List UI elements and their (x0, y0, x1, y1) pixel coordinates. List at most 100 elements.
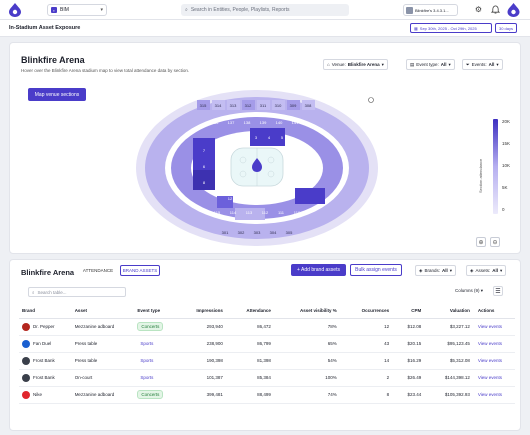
brand-assets-table: Brand Asset Event type Impressions Atten… (19, 304, 515, 404)
section-label: 308 (305, 103, 312, 108)
header-impressions[interactable]: Impressions (177, 304, 228, 319)
table-row[interactable]: Frost Bank Press table Sports 190,398 81,398… (19, 352, 515, 370)
actions-cell: View events (474, 386, 515, 404)
view-events-link[interactable]: View events (478, 341, 502, 346)
zoom-out-button[interactable]: ⊖ (490, 237, 500, 247)
event-type-icon: ▤ (410, 61, 415, 67)
header-occurrences[interactable]: Occurrences (341, 304, 395, 319)
header-asset-visibility[interactable]: Asset visibility % (275, 304, 342, 319)
event-type-filter-value: All (440, 62, 447, 67)
global-search-input[interactable]: ⌕ Search in Entities, People, Playlists,… (181, 4, 349, 16)
table-search-input[interactable]: ⌕ Search table... (28, 287, 126, 297)
view-events-link[interactable]: View events (478, 324, 502, 329)
bulk-assign-events-button[interactable]: Bulk assign events (350, 264, 402, 276)
cpm-cell: $23.44 (394, 386, 427, 404)
add-brand-assets-button[interactable]: + Add brand assets (291, 264, 346, 276)
tab-attendance[interactable]: ATTENDANCE (80, 265, 116, 276)
profile-avatar-icon[interactable] (507, 3, 520, 17)
zoom-in-button[interactable]: ⊕ (476, 237, 486, 247)
section-label: 305 (286, 230, 293, 235)
notifications-bell-icon[interactable] (490, 4, 501, 15)
stadium-map[interactable]: 315 314 313 312 311 310 309 308 136 137 138 139 140 1… (135, 88, 380, 248)
asset-cell: Press table (71, 352, 135, 370)
section-label: 17 (308, 148, 313, 153)
section-label: 111 (278, 210, 285, 215)
event-type-badge: Sports (140, 358, 154, 363)
chevron-down-icon: ▾ (449, 267, 453, 273)
visibility-cell: 54% (275, 352, 342, 370)
legend-tick: 20K (502, 119, 511, 124)
valuation-cell: $5,312.08 (426, 352, 475, 370)
brand-cell: Frost Bank (19, 352, 72, 370)
header-asset[interactable]: Asset (71, 304, 135, 319)
columns-button[interactable]: Columns (9) ▾ (455, 288, 483, 294)
table-row[interactable]: Dr. Pepper Mezzanine adboard Concerts 293,9… (19, 318, 515, 336)
map-venue-sections-button[interactable]: Map venue sections (28, 88, 86, 101)
filter-icon: ⏷ (466, 62, 470, 67)
impressions-cell: 399,481 (177, 386, 228, 404)
event-type-filter[interactable]: ▤ Event type: All ▾ (406, 59, 455, 70)
header-cpm[interactable]: CPM (394, 304, 427, 319)
blinkfire-logo-icon[interactable] (9, 3, 21, 17)
search-icon: ⌕ (32, 289, 35, 295)
view-events-link[interactable]: View events (478, 375, 502, 380)
view-events-link[interactable]: View events (478, 392, 502, 397)
cpm-cell: $26.49 (394, 369, 427, 387)
event-type-cell: Concerts (134, 386, 178, 404)
event-type-filter-label: Event type: (416, 62, 439, 67)
event-type-badge: Concerts (137, 390, 164, 399)
table-row[interactable]: Fan Duel Press table Sports 238,900 86,799 65… (19, 335, 515, 353)
occurrences-cell: 14 (341, 352, 395, 370)
section-19[interactable] (295, 188, 325, 204)
account-select[interactable]: Blinkfire's 3.4.3.1... (403, 4, 458, 16)
cpm-cell: $20.15 (394, 335, 427, 353)
header-attendance[interactable]: Attendance (227, 304, 276, 319)
page-title: In-Stadium Asset Exposure (9, 25, 81, 31)
section-label: 110 (294, 210, 301, 215)
visibility-cell: 74% (275, 386, 342, 404)
event-type-badge: Sports (140, 341, 154, 346)
map-info-icon[interactable] (368, 97, 374, 103)
date-range-picker[interactable]: ▦ Sep 30th, 2025 - Oct 29th, 2025 (410, 23, 492, 33)
workspace-select[interactable]: ▪ BIM ▾ (47, 4, 107, 16)
assets-filter[interactable]: ◈ Assets: All ▾ (466, 265, 507, 276)
section-label: 19 (308, 180, 313, 185)
brand-logo-icon (22, 373, 30, 382)
events-filter[interactable]: ⏷ Events: All ▾ (462, 59, 503, 70)
legend-tick: 15K (502, 141, 511, 146)
chevron-down-icon: ▾ (500, 267, 503, 273)
header-valuation[interactable]: Valuation (426, 304, 475, 319)
section-label: 141 (292, 120, 299, 125)
chevron-down-icon: ▾ (381, 61, 384, 67)
impressions-cell: 190,398 (177, 352, 228, 370)
tag-icon: ◈ (419, 267, 423, 273)
legend-title: Section attendance (478, 158, 483, 193)
actions-cell: View events (474, 369, 515, 387)
brand-name: Dr. Pepper (33, 323, 55, 329)
venue-card: Blinkfire Arena Hover over the Blinkfire… (9, 42, 521, 254)
brand-logo-icon (22, 356, 30, 365)
occurrences-cell: 43 (341, 335, 395, 353)
days-select[interactable]: 30 days (495, 23, 517, 33)
settings-gear-icon[interactable]: ⚙ (473, 4, 484, 15)
venue-filter[interactable]: ⌂ Venue: Blinkfire Arena ▾ (323, 59, 388, 70)
section-label: 301 (222, 230, 229, 235)
tab-brand-assets[interactable]: BRAND ASSETS (120, 265, 160, 276)
chevron-down-icon: ▾ (480, 288, 484, 293)
table-search-placeholder: Search table... (37, 289, 67, 295)
brand-name: Fan Duel (33, 340, 52, 346)
section-label: 140 (276, 120, 283, 125)
asset-cell: Press table (71, 335, 135, 353)
section-label: 137 (228, 120, 235, 125)
impressions-cell: 101,387 (177, 369, 228, 387)
brands-filter[interactable]: ◈ Brands: All ▾ (415, 265, 457, 276)
header-brand[interactable]: Brand (19, 304, 72, 319)
view-events-link[interactable]: View events (478, 358, 502, 363)
actions-cell: View events (474, 318, 515, 336)
brand-cell: Fan Duel (19, 335, 72, 353)
table-row[interactable]: Frost Bank On-court Sports 101,387 85,384 100… (19, 369, 515, 387)
column-settings-icon[interactable]: ☰ (493, 286, 503, 296)
venue-filter-label: Venue: (331, 62, 346, 67)
table-row[interactable]: Nike Mezzanine adboard Concerts 399,481 88,4… (19, 386, 515, 404)
header-event-type[interactable]: Event type (134, 304, 178, 319)
